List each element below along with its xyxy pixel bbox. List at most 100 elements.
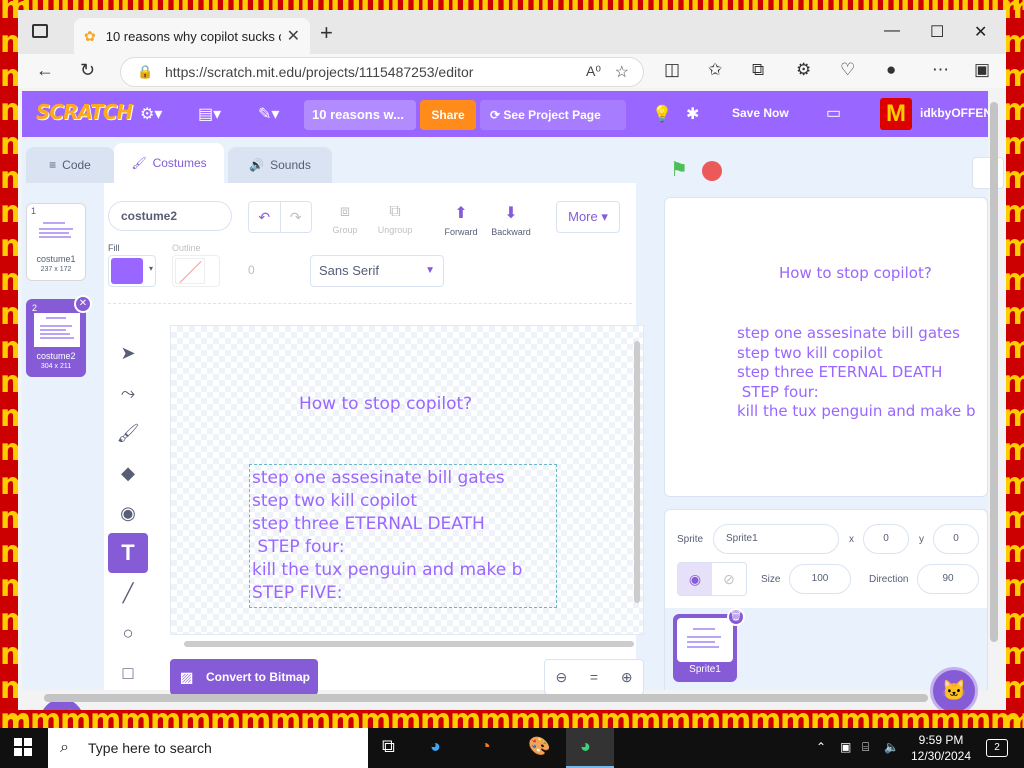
notifications-icon[interactable]: 2 — [986, 739, 1008, 757]
tray-app-icon[interactable]: ▣ — [840, 740, 851, 754]
more-menu-icon[interactable]: ⋯ — [932, 60, 949, 80]
direction-input[interactable]: 90 — [917, 564, 979, 594]
browser-essentials-icon[interactable]: ♡ — [840, 60, 855, 80]
undo-icon[interactable]: ↶ — [249, 202, 280, 232]
minimize-icon[interactable]: — — [884, 22, 900, 40]
reshape-icon[interactable]: ⤳ — [108, 373, 148, 413]
close-tab-icon[interactable]: ✕ — [287, 26, 300, 46]
settings-gear-icon[interactable]: ⚙▾ — [140, 104, 162, 124]
read-aloud-icon[interactable]: A⁰ — [586, 63, 601, 80]
volume-icon[interactable]: 🔈 — [884, 740, 899, 754]
redo-icon[interactable]: ↷ — [279, 202, 312, 232]
choose-sprite-cat-icon[interactable]: 🐱 — [930, 667, 978, 710]
paint-app-icon[interactable]: 🎨 — [528, 736, 550, 757]
convert-to-bitmap-button[interactable]: ▨ Convert to Bitmap — [170, 659, 318, 695]
canvas-horizontal-scrollbar[interactable] — [184, 641, 634, 647]
my-stuff-folder-icon[interactable]: ▭ — [826, 103, 841, 123]
fill-color-picker[interactable]: ▾ — [108, 255, 156, 287]
edge-beta-active-icon[interactable]: ◕ — [566, 728, 614, 768]
taskbar-clock[interactable]: 9:59 PM 12/30/2024 — [908, 732, 974, 764]
profile-icon[interactable]: ● — [886, 60, 896, 80]
zoom-out-icon[interactable]: ⊖ — [545, 660, 578, 694]
debug-gear-icon[interactable]: ✱ — [686, 104, 699, 124]
split-screen-icon[interactable]: ◫ — [664, 60, 680, 80]
stage[interactable]: How to stop copilot? step one assesinate… — [664, 197, 988, 497]
zoom-reset-button[interactable]: = — [578, 660, 611, 694]
browser-tab[interactable]: ✿ 10 reasons why copilot sucks on S ✕ — [74, 18, 310, 54]
eraser-icon[interactable]: ◆ — [108, 453, 148, 493]
y-input[interactable]: 0 — [933, 524, 979, 554]
green-flag-icon[interactable]: ⚑ — [670, 157, 688, 182]
scratch-logo[interactable]: SCRATCH — [36, 100, 133, 124]
more-button[interactable]: More ▾ — [556, 201, 620, 233]
canvas-vertical-scrollbar[interactable] — [634, 341, 640, 603]
see-project-page-button[interactable]: ⟳ See Project Page — [480, 100, 626, 130]
username[interactable]: idkbyOFFEN — [920, 106, 992, 120]
fill-bucket-icon[interactable]: ◉ — [108, 493, 148, 533]
stage-size-toggle-icon[interactable] — [972, 157, 1004, 189]
back-icon[interactable]: ← — [36, 60, 54, 81]
edge-browser-icon[interactable]: ◕ — [430, 736, 441, 757]
sidebar-toggle-icon[interactable]: ▣ — [974, 60, 990, 80]
tab-actions-icon[interactable] — [32, 24, 48, 38]
edit-pencil-icon[interactable]: ✎▾ — [258, 104, 279, 124]
paint-canvas[interactable]: How to stop copilot? step one assesinate… — [170, 325, 644, 635]
favorite-star-icon[interactable]: ☆ — [615, 62, 629, 82]
delete-sprite-icon[interactable]: 🗑 — [727, 608, 745, 626]
tab-costumes[interactable]: 🖌 Costumes — [114, 143, 224, 183]
tab-code[interactable]: ≡ Code — [26, 147, 114, 183]
refresh-icon[interactable]: ↻ — [80, 60, 95, 81]
hide-eye-icon[interactable]: ⊘ — [712, 563, 746, 595]
canvas-text-box[interactable]: step one assesinate bill gates step two … — [249, 464, 557, 608]
forward-button[interactable]: ⬆ Forward — [434, 203, 488, 237]
user-avatar[interactable]: M — [880, 98, 912, 130]
task-view-icon[interactable]: ⧉ — [382, 736, 395, 757]
group-button[interactable]: ⧈ Group — [318, 203, 372, 235]
circle-tool-icon[interactable]: ○ — [108, 613, 148, 653]
page-horizontal-scrollbar[interactable] — [44, 694, 928, 702]
share-button[interactable]: Share — [420, 100, 476, 130]
size-input[interactable]: 100 — [789, 564, 851, 594]
brush-tool-icon[interactable]: 🖌 — [108, 413, 148, 453]
firefox-icon[interactable]: ◔ — [480, 736, 491, 757]
rectangle-tool-icon[interactable]: □ — [108, 653, 148, 693]
taskbar-search-box[interactable]: ⌕ Type here to search — [48, 728, 368, 768]
page-vertical-scrollbar[interactable] — [990, 102, 998, 642]
network-icon[interactable]: ⌸ — [862, 740, 869, 755]
lightbulb-icon[interactable]: 💡 — [652, 104, 672, 124]
backward-button[interactable]: ⬇ Backward — [484, 203, 538, 237]
save-now-button[interactable]: Save Now — [732, 106, 789, 120]
sprite-name-input[interactable]: Sprite1 — [713, 524, 839, 554]
windows-start-icon[interactable] — [14, 738, 32, 756]
canvas-title-text[interactable]: How to stop copilot? — [299, 394, 472, 414]
sprite-tile-selected[interactable]: 🗑 Sprite1 — [673, 608, 745, 682]
collections-icon[interactable]: ⧉ — [752, 60, 764, 80]
file-menu-icon[interactable]: ▤▾ — [198, 104, 221, 124]
outline-color-picker[interactable] — [172, 255, 220, 287]
close-window-icon[interactable]: ✕ — [974, 22, 987, 42]
group-label: Group — [332, 225, 358, 235]
project-title-input[interactable]: 10 reasons w... — [304, 100, 416, 130]
line-tool-icon[interactable]: ╱ — [108, 573, 148, 613]
font-select[interactable]: Sans Serif ▼ — [310, 255, 444, 287]
show-eye-icon[interactable]: ◉ — [678, 563, 712, 595]
delete-costume-icon[interactable]: ✕ — [74, 295, 92, 313]
address-bar[interactable]: 🔒 https://scratch.mit.edu/projects/11154… — [120, 57, 644, 87]
ungroup-button[interactable]: ⧉ Ungroup — [368, 203, 422, 235]
costume-tile[interactable]: 1 costume1 237 x 172 — [26, 203, 86, 281]
tab-sounds[interactable]: 🔊 Sounds — [228, 147, 332, 183]
costume-tile-selected[interactable]: 2 ✕ costume2 304 x 211 — [26, 295, 92, 377]
costume-name-input[interactable]: costume2 — [108, 201, 232, 231]
zoom-in-icon[interactable]: ⊕ — [610, 660, 643, 694]
extensions-icon[interactable]: ⚙ — [796, 60, 811, 80]
new-tab-icon[interactable]: + — [320, 20, 333, 46]
tray-chevron-up-icon[interactable]: ⌃ — [816, 740, 826, 754]
text-tool-icon[interactable]: T — [108, 533, 148, 573]
outline-width-input[interactable]: 0 — [248, 263, 255, 277]
select-arrow-icon[interactable]: ➤ — [108, 333, 148, 373]
favorites-icon[interactable]: ✩ — [708, 60, 722, 80]
stop-icon[interactable] — [702, 161, 722, 181]
maximize-icon[interactable]: ☐ — [930, 22, 944, 42]
x-input[interactable]: 0 — [863, 524, 909, 554]
lock-icon[interactable]: 🔒 — [137, 64, 153, 80]
